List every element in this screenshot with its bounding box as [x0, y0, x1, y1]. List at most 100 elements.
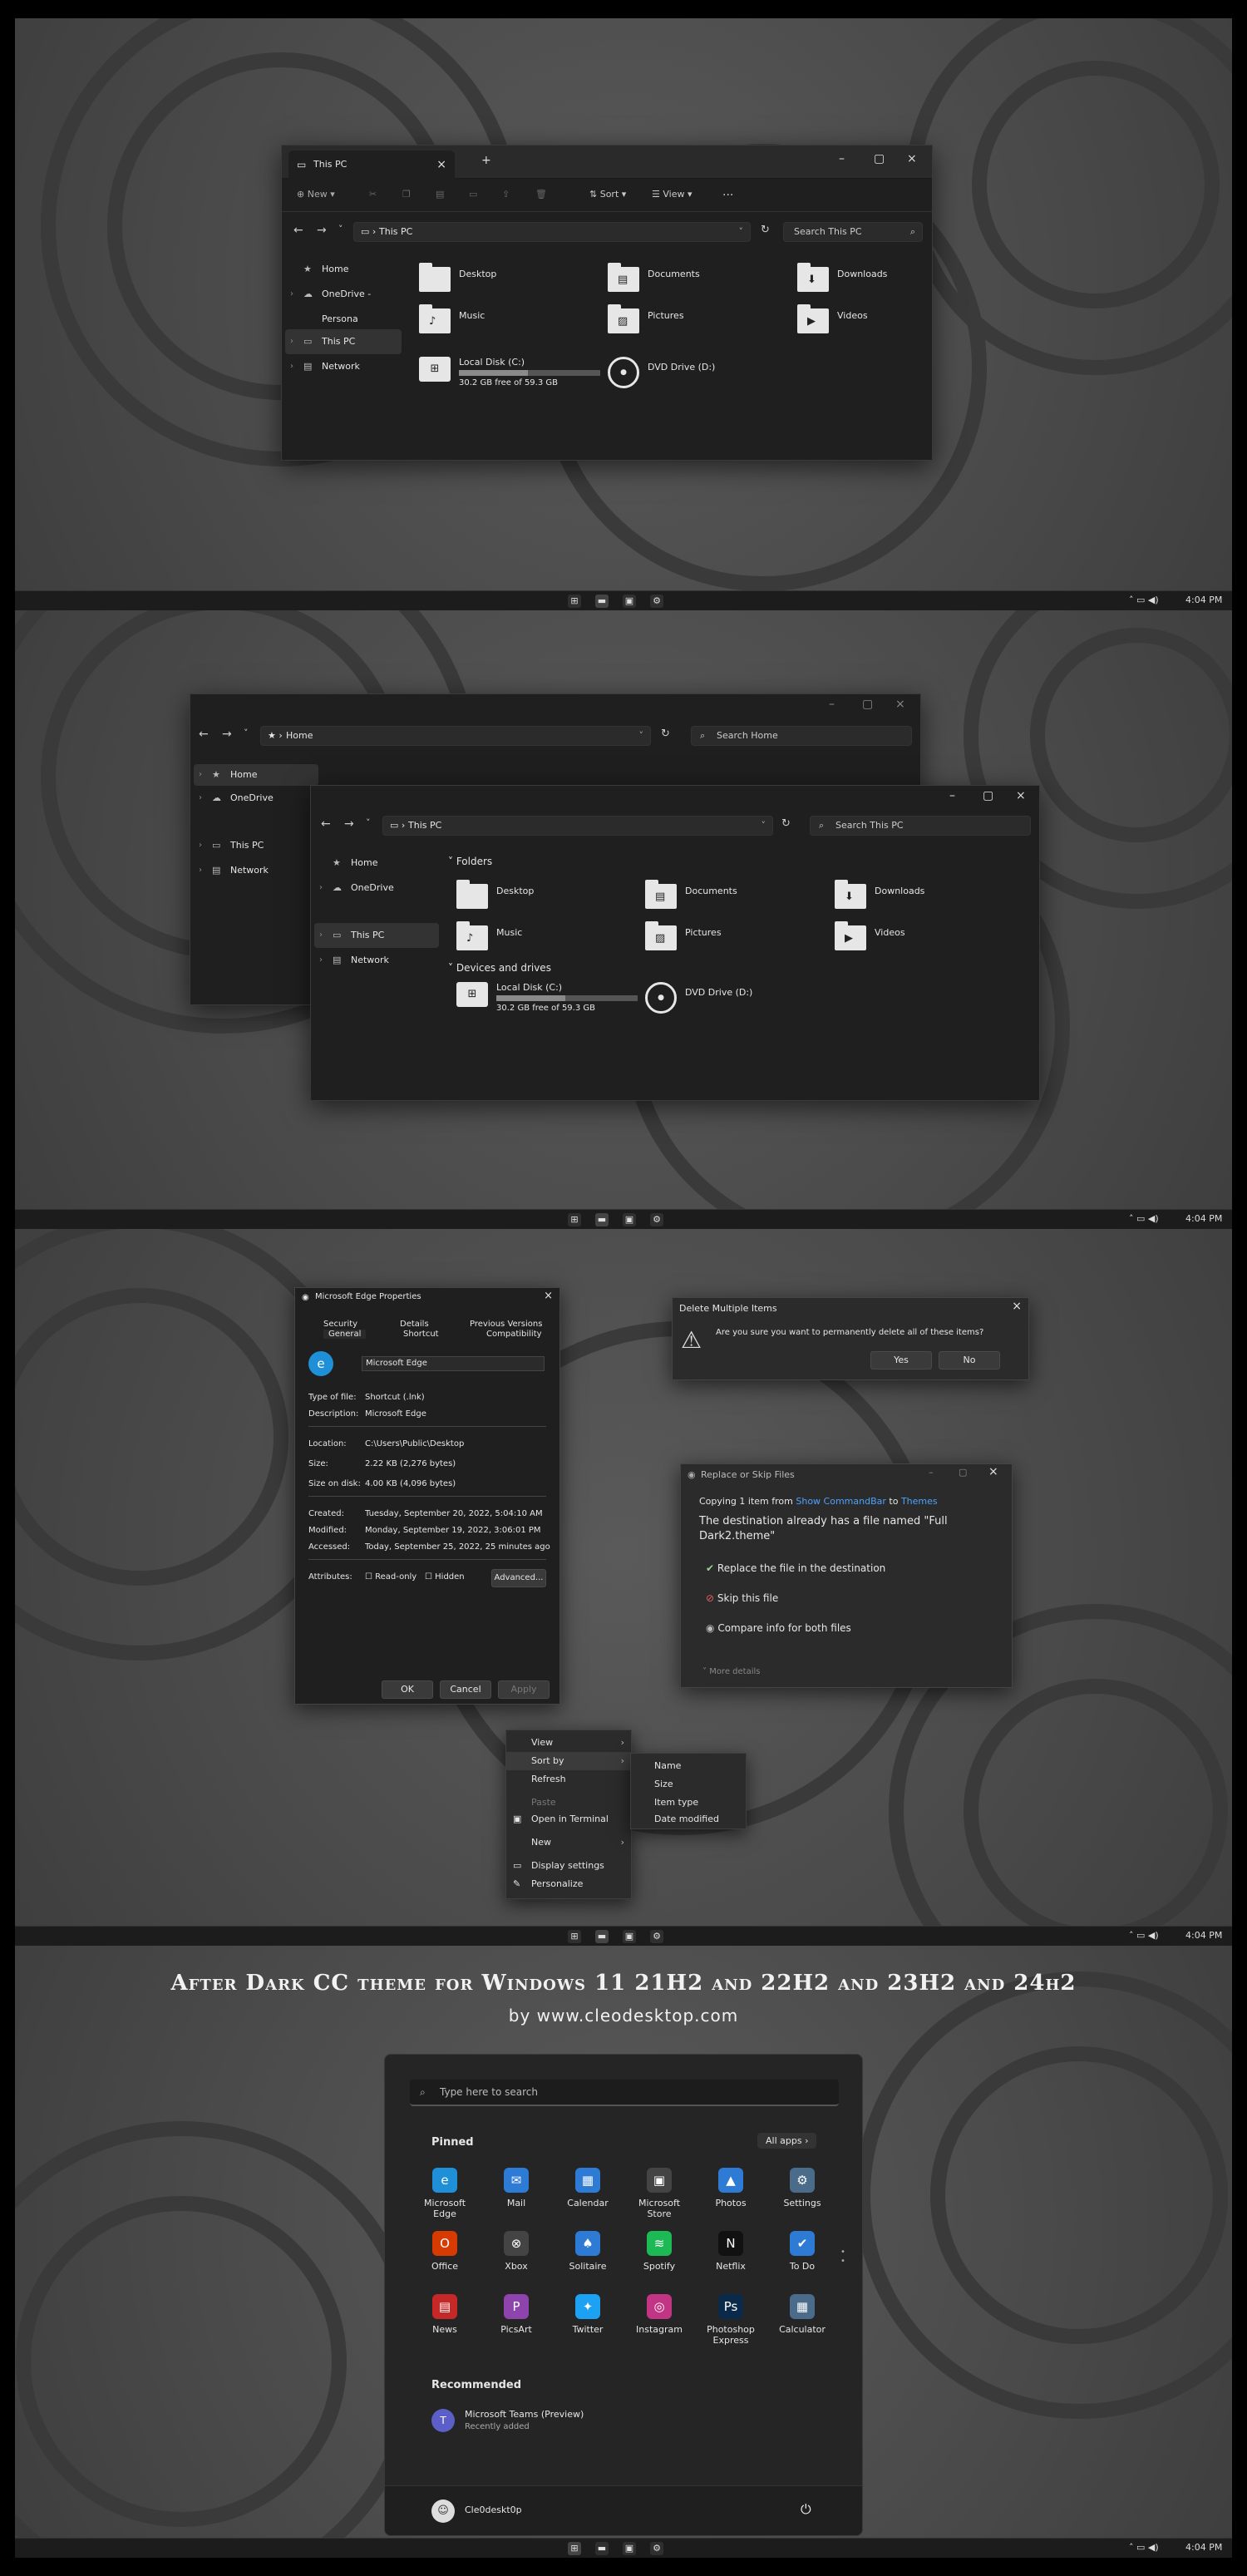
clock[interactable]: 4:04 PM: [1185, 595, 1222, 605]
maximize-icon[interactable]: ▢: [874, 152, 885, 165]
start-search-input[interactable]: ⌕ Type here to search: [410, 2080, 839, 2106]
new-button[interactable]: ⊕ New ▾: [297, 189, 335, 200]
sidebar-item-this-pc[interactable]: › ▭ This PC: [190, 833, 315, 858]
minimize-icon[interactable]: –: [929, 1467, 934, 1478]
pinned-app[interactable]: ▤ News: [412, 2294, 478, 2335]
replace-option[interactable]: ✔ Replace the file in the destination: [706, 1562, 885, 1574]
settings-taskbar-icon[interactable]: ⚙: [650, 1213, 663, 1226]
sidebar-item-home[interactable]: › ★ Home: [194, 764, 318, 786]
paste-icon[interactable]: ▤: [436, 189, 444, 200]
start-icon[interactable]: ⊞: [568, 2542, 581, 2555]
explorer-taskbar-icon[interactable]: ▬: [595, 1930, 609, 1943]
pinned-app[interactable]: ⚙ Settings: [769, 2168, 835, 2208]
minimize-icon[interactable]: –: [829, 698, 835, 711]
readonly-checkbox[interactable]: ☐ Read-only: [365, 1572, 416, 1582]
close-icon[interactable]: ×: [544, 1290, 553, 1302]
pinned-app[interactable]: ✔ To Do: [769, 2231, 835, 2272]
back-icon[interactable]: ←: [321, 817, 331, 831]
pinned-app[interactable]: ⊗ Xbox: [483, 2231, 550, 2272]
rename-icon[interactable]: ▭: [469, 189, 477, 200]
settings-taskbar-icon[interactable]: ⚙: [650, 1930, 663, 1943]
clock[interactable]: 4:04 PM: [1185, 1213, 1222, 1224]
sidebar-item-onedrive[interactable]: › ☁ OneDrive - Persona: [282, 282, 407, 324]
pinned-app[interactable]: ◎ Instagram: [626, 2294, 693, 2335]
back-icon[interactable]: ←: [199, 728, 209, 741]
start-icon[interactable]: ⊞: [568, 1930, 581, 1943]
pinned-app[interactable]: P PicsArt: [483, 2294, 550, 2335]
maximize-icon[interactable]: ▢: [983, 789, 993, 802]
advanced-button[interactable]: Advanced...: [491, 1569, 546, 1587]
cut-icon[interactable]: ✂: [369, 189, 377, 200]
pinned-app[interactable]: ♠ Solitaire: [554, 2231, 621, 2272]
sidebar-item-onedrive[interactable]: › ☁ OneDrive: [311, 876, 436, 901]
menu-item-open-terminal[interactable]: ▣ Open in Terminal: [506, 1810, 631, 1828]
maximize-icon[interactable]: ▢: [862, 698, 873, 711]
tab-security[interactable]: Security: [323, 1320, 357, 1329]
search-input[interactable]: ⌕ Search Home: [691, 726, 912, 746]
apply-button[interactable]: Apply: [498, 1680, 550, 1699]
start-icon[interactable]: ⊞: [568, 595, 581, 608]
close-icon[interactable]: ×: [988, 1465, 998, 1478]
yes-button[interactable]: Yes: [870, 1351, 932, 1369]
sidebar-item-this-pc[interactable]: › ▭ This PC: [314, 923, 439, 948]
tray-icons[interactable]: ˄ ▭ ◀): [1129, 1930, 1159, 1941]
address-bar[interactable]: ★ › Home ˅: [260, 726, 651, 746]
tab-details[interactable]: Details: [400, 1320, 429, 1329]
tray-icons[interactable]: ˄ ▭ ◀): [1129, 1213, 1159, 1224]
new-tab-button[interactable]: +: [481, 154, 491, 167]
sidebar-item-onedrive[interactable]: › ☁ OneDrive: [190, 786, 315, 811]
pinned-app[interactable]: O Office: [412, 2231, 478, 2272]
address-bar[interactable]: ▭ › This PC ˅: [382, 816, 773, 836]
store-taskbar-icon[interactable]: ▣: [623, 595, 636, 608]
minimize-icon[interactable]: –: [949, 789, 955, 802]
explorer-taskbar-icon[interactable]: ▬: [595, 2542, 609, 2555]
store-taskbar-icon[interactable]: ▣: [623, 2542, 636, 2555]
menu-item-new[interactable]: New ›: [506, 1833, 631, 1852]
tray-icons[interactable]: ˄ ▭ ◀): [1129, 2542, 1159, 2553]
sort-date-modified[interactable]: Date modified: [631, 1810, 746, 1828]
pinned-app[interactable]: N Netflix: [697, 2231, 764, 2272]
section-devices[interactable]: ˅ Devices and drives: [448, 962, 551, 974]
hidden-checkbox[interactable]: ☐ Hidden: [425, 1572, 465, 1582]
pinned-app[interactable]: ▲ Photos: [697, 2168, 764, 2208]
maximize-icon[interactable]: ▢: [959, 1467, 967, 1478]
back-icon[interactable]: ←: [293, 224, 303, 237]
view-button[interactable]: ☰ View ▾: [652, 189, 693, 200]
pinned-app[interactable]: Ps Photoshop Express: [697, 2294, 764, 2346]
recommended-item[interactable]: T Microsoft Teams (Preview) Recently add…: [431, 2407, 648, 2437]
start-icon[interactable]: ⊞: [568, 1213, 581, 1226]
forward-icon[interactable]: →: [222, 728, 232, 741]
store-taskbar-icon[interactable]: ▣: [623, 1213, 636, 1226]
sort-size[interactable]: Size: [631, 1775, 746, 1794]
clock[interactable]: 4:04 PM: [1185, 1930, 1222, 1941]
recent-icon[interactable]: ˅: [366, 817, 371, 828]
explorer-taskbar-icon[interactable]: ▬: [595, 1213, 609, 1226]
minimize-icon[interactable]: –: [839, 152, 845, 165]
close-tab-icon[interactable]: ×: [436, 151, 446, 179]
close-icon[interactable]: ×: [1012, 1300, 1022, 1313]
chevron-down-icon[interactable]: ˅: [762, 817, 766, 835]
tab-this-pc[interactable]: ▭ This PC ×: [288, 151, 455, 179]
tab-general[interactable]: General: [323, 1330, 367, 1339]
pinned-app[interactable]: ▣ Microsoft Store: [626, 2168, 693, 2219]
sidebar-item-network[interactable]: › ▤ Network: [190, 858, 315, 883]
pinned-app[interactable]: ✦ Twitter: [554, 2294, 621, 2335]
copy-icon[interactable]: ❐: [402, 189, 411, 200]
sidebar-item-network[interactable]: › ▤ Network: [311, 948, 436, 973]
name-field[interactable]: Microsoft Edge: [362, 1356, 545, 1371]
ok-button[interactable]: OK: [382, 1680, 433, 1699]
close-icon[interactable]: ×: [907, 152, 917, 165]
sidebar-item-network[interactable]: › ▤ Network: [282, 354, 407, 379]
refresh-icon[interactable]: ↻: [761, 224, 770, 236]
pinned-app[interactable]: ≋ Spotify: [626, 2231, 693, 2272]
sort-button[interactable]: ⇅ Sort ▾: [589, 189, 626, 200]
more-options-button[interactable]: ...: [722, 185, 733, 199]
tab-shortcut[interactable]: Shortcut: [403, 1330, 439, 1339]
skip-option[interactable]: ⊘ Skip this file: [706, 1592, 778, 1604]
pinned-app[interactable]: ✉ Mail: [483, 2168, 550, 2208]
search-input[interactable]: ⌕ Search This PC: [810, 816, 1031, 836]
store-taskbar-icon[interactable]: ▣: [623, 1930, 636, 1943]
recent-icon[interactable]: ˅: [244, 728, 249, 738]
close-icon[interactable]: ×: [1016, 789, 1026, 802]
search-input[interactable]: Search This PC ⌕: [783, 222, 923, 242]
